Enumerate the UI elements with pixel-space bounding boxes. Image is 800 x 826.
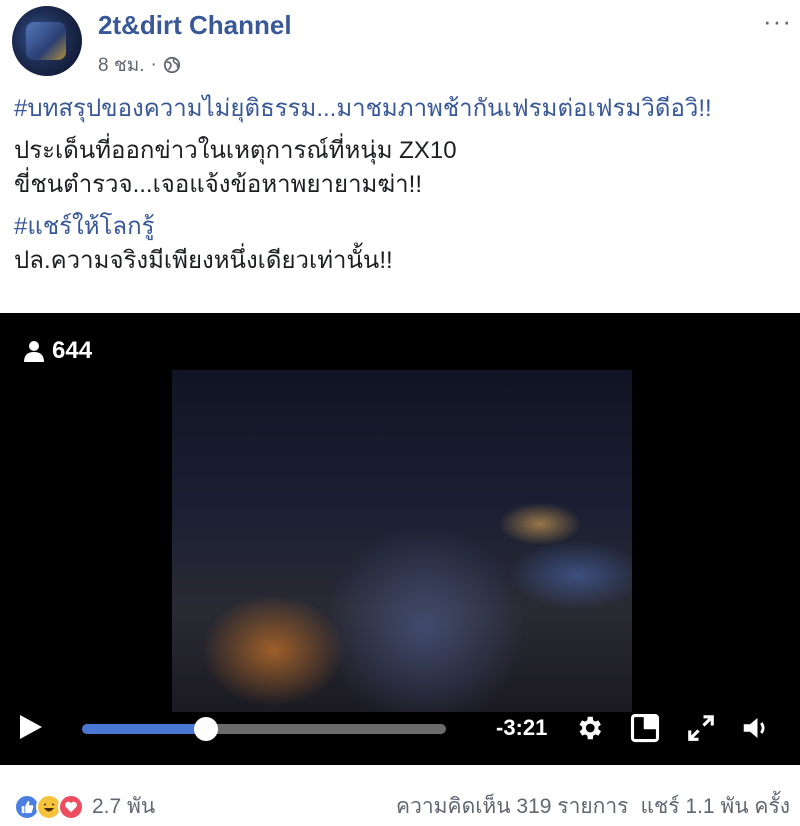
video-frame[interactable] — [172, 370, 632, 712]
post-text-line: ขี่ชนตำรวจ...เจอแจ้งข้อหาพยายามฆ่า!! — [14, 171, 422, 198]
reactions-summary[interactable]: 2.7 พัน — [14, 790, 155, 823]
post-text-line: ปล.ความจริงมีเพียงหนึ่งเดียวเท่านั้น!! — [14, 247, 393, 274]
progress-played — [82, 724, 206, 734]
pip-icon[interactable] — [630, 713, 660, 743]
post-footer: 2.7 พัน ความคิดเห็น 319 รายการ แชร์ 1.1 … — [0, 772, 800, 826]
person-icon — [24, 341, 44, 362]
page-name-link[interactable]: 2t&dirt Channel — [98, 10, 292, 41]
volume-icon[interactable] — [740, 713, 770, 743]
video-player[interactable]: 644 -3:21 — [0, 313, 800, 765]
viewer-count-value: 644 — [52, 337, 93, 364]
hashtag-link[interactable]: #บทสรุปของความไม่ยุติธรรม...มาชมภาพช้ากั… — [14, 95, 712, 122]
viewer-count: 644 — [22, 337, 92, 365]
progress-handle[interactable] — [193, 717, 218, 741]
post-timestamp[interactable]: 8 ชม. — [98, 50, 145, 80]
play-icon[interactable] — [20, 715, 42, 739]
fullscreen-icon[interactable] — [686, 713, 716, 743]
hashtag-link[interactable]: #แชร์ให้โลกรู้ — [14, 213, 155, 240]
meta-separator: · — [150, 54, 157, 75]
post-body: #บทสรุปของความไม่ยุติธรรม...มาชมภาพช้ากั… — [14, 92, 794, 286]
shares-count-link[interactable]: แชร์ 1.1 พัน ครั้ง — [640, 790, 790, 823]
love-icon — [58, 793, 84, 820]
post-meta: 8 ชม. · — [98, 50, 181, 80]
time-remaining: -3:21 — [496, 715, 548, 740]
post-stats: ความคิดเห็น 319 รายการ แชร์ 1.1 พัน ครั้… — [396, 790, 790, 823]
post-header: 2t&dirt Channel 8 ชม. · ··· — [0, 0, 800, 86]
more-options-icon[interactable]: ··· — [763, 6, 792, 37]
video-controls: -3:21 — [0, 705, 800, 751]
reaction-count: 2.7 พัน — [92, 795, 156, 818]
comments-count-link[interactable]: ความคิดเห็น 319 รายการ — [396, 790, 628, 823]
page-avatar[interactable] — [12, 6, 82, 76]
post-text-line: ประเด็นที่ออกข่าวในเหตุการณ์ที่หนุ่ม ZX1… — [14, 137, 457, 164]
progress-bar[interactable] — [82, 717, 446, 741]
gear-icon[interactable] — [574, 713, 604, 743]
globe-icon[interactable] — [163, 56, 181, 74]
